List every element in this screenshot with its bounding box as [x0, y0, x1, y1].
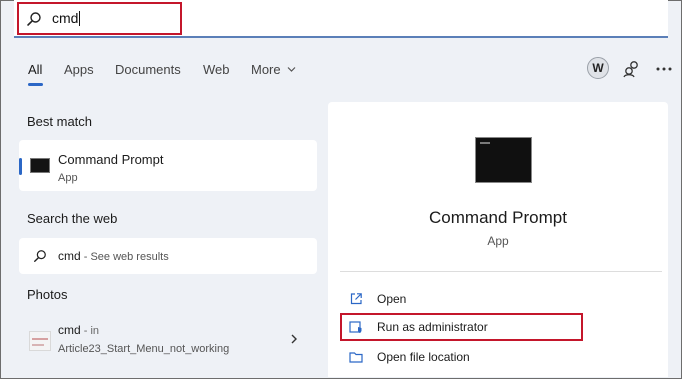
- photo-result-title: cmd - in: [58, 323, 100, 337]
- connected-accounts-icon[interactable]: [621, 58, 643, 80]
- tab-documents[interactable]: Documents: [115, 62, 181, 77]
- action-open-label: Open: [377, 292, 407, 306]
- open-external-icon: [350, 293, 362, 305]
- run-as-admin-highlight-box: [340, 313, 583, 341]
- command-prompt-icon: [30, 158, 50, 173]
- photos-heading: Photos: [27, 287, 68, 302]
- tab-all[interactable]: All: [28, 62, 42, 77]
- chevron-down-icon: [287, 67, 296, 72]
- action-open-file-location-label: Open file location: [377, 350, 470, 364]
- action-open-file-location[interactable]: Open file location: [340, 344, 662, 370]
- best-match-heading: Best match: [27, 114, 93, 129]
- selection-indicator: [19, 158, 22, 175]
- photo-result-location: Article23_Start_Menu_not_working: [58, 343, 230, 355]
- action-open[interactable]: Open: [340, 286, 662, 312]
- search-highlight-box: [17, 2, 182, 35]
- photo-thumbnail: [29, 331, 51, 351]
- details-title: Command Prompt: [429, 208, 567, 227]
- more-options-icon[interactable]: [653, 58, 675, 80]
- web-result-label: cmd - See web results: [58, 249, 169, 263]
- command-prompt-large-icon: [475, 137, 532, 183]
- divider: [340, 271, 662, 272]
- tab-apps[interactable]: Apps: [64, 62, 94, 77]
- best-match-title: Command Prompt: [58, 152, 164, 167]
- folder-icon: [349, 352, 363, 363]
- tab-web[interactable]: Web: [203, 62, 230, 77]
- details-type: App: [487, 234, 509, 248]
- active-tab-indicator: [28, 83, 43, 86]
- chevron-right-icon[interactable]: [289, 333, 299, 345]
- tab-more[interactable]: More: [251, 62, 296, 77]
- search-web-heading: Search the web: [27, 211, 118, 226]
- account-avatar[interactable]: W: [587, 57, 609, 79]
- search-icon: [34, 250, 46, 262]
- best-match-type: App: [58, 172, 78, 184]
